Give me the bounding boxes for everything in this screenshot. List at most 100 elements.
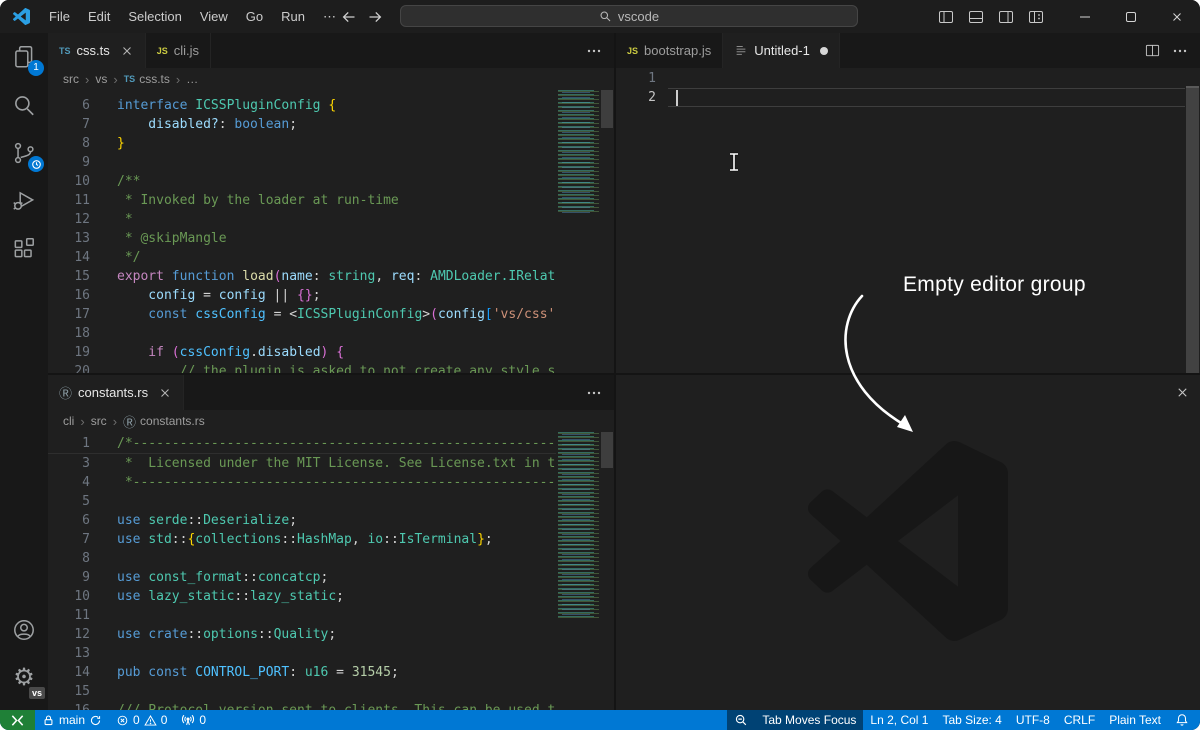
- code-editor-untitled-1[interactable]: 12: [616, 68, 1200, 373]
- menu-go[interactable]: Go: [237, 0, 272, 33]
- activitybar-accounts[interactable]: [0, 606, 48, 654]
- close-button[interactable]: [1154, 0, 1200, 33]
- go-forward-button[interactable]: [367, 9, 383, 25]
- status-zoom-status[interactable]: [727, 710, 755, 730]
- status-branch-item[interactable]: main: [35, 710, 109, 730]
- minimap[interactable]: [556, 432, 600, 619]
- code-line[interactable]: 14 */: [48, 248, 556, 267]
- code-line[interactable]: 13: [48, 644, 556, 663]
- scrollbar[interactable]: [600, 90, 614, 373]
- code-line[interactable]: 6interface ICSSPluginConfig {: [48, 96, 556, 115]
- code-line[interactable]: 10use lazy_static::lazy_static;: [48, 587, 556, 606]
- editor-group-bottom-left: Ⓡconstants.rs cli›src›Ⓡconstants.rs 1/*-…: [48, 375, 614, 710]
- breadcrumb-item[interactable]: src: [63, 72, 79, 86]
- code-line[interactable]: 11: [48, 606, 556, 625]
- scrollbar-thumb[interactable]: [601, 432, 613, 468]
- tab-css-ts[interactable]: TScss.ts: [48, 33, 146, 68]
- code-line[interactable]: 13 * @skipMangle: [48, 229, 556, 248]
- command-center-search[interactable]: vscode: [400, 5, 858, 27]
- breadcrumb-item[interactable]: vs: [95, 72, 107, 86]
- code-line[interactable]: 11 * Invoked by the loader at run-time: [48, 191, 556, 210]
- menu-file[interactable]: File: [40, 0, 79, 33]
- code-line[interactable]: 8}: [48, 134, 556, 153]
- menu-edit[interactable]: Edit: [79, 0, 119, 33]
- ellipsis-icon[interactable]: [1172, 43, 1188, 59]
- activitybar-explorer[interactable]: 1: [0, 33, 48, 81]
- scrollbar[interactable]: [1186, 86, 1199, 373]
- layout-sidebar-right-icon[interactable]: [998, 9, 1014, 25]
- scrollbar-thumb[interactable]: [601, 90, 613, 128]
- code-line[interactable]: 7use std::{collections::HashMap, io::IsT…: [48, 530, 556, 549]
- code-line[interactable]: 16/// Protocol version sent to clients. …: [48, 701, 556, 710]
- code-line[interactable]: 14pub const CONTROL_PORT: u16 = 31545;: [48, 663, 556, 682]
- tab-cli-js[interactable]: JScli.js: [146, 33, 211, 68]
- code-editor-css-ts[interactable]: 6interface ICSSPluginConfig {7 disabled?…: [48, 90, 614, 373]
- code-line[interactable]: 1/*-------------------------------------…: [48, 434, 556, 454]
- status-remote-indicator[interactable]: [0, 710, 35, 730]
- breadcrumb-item[interactable]: cli: [63, 414, 74, 428]
- code-line[interactable]: 15: [48, 682, 556, 701]
- ellipsis-icon[interactable]: [586, 43, 602, 59]
- code-line[interactable]: 17 const cssConfig = <ICSSPluginConfig>(…: [48, 305, 556, 324]
- code-line[interactable]: 6use serde::Deserialize;: [48, 511, 556, 530]
- minimap[interactable]: [556, 90, 600, 214]
- status-language-mode[interactable]: Plain Text: [1102, 710, 1168, 730]
- ellipsis-icon[interactable]: [586, 385, 602, 401]
- code-line[interactable]: 1: [616, 69, 1185, 88]
- split-editor-icon[interactable]: [1145, 43, 1160, 58]
- scrollbar[interactable]: [600, 432, 614, 710]
- minimize-button[interactable]: [1062, 0, 1108, 33]
- code-line[interactable]: 20 // the plugin is asked to not create …: [48, 362, 556, 373]
- status-ports-item[interactable]: 0: [174, 710, 213, 730]
- breadcrumbs[interactable]: src›vs›TScss.ts›…: [48, 68, 614, 90]
- breadcrumb-item[interactable]: TScss.ts: [124, 72, 170, 86]
- code-line[interactable]: 12use crate::options::Quality;: [48, 625, 556, 644]
- code-line[interactable]: 9use const_format::concatcp;: [48, 568, 556, 587]
- close-icon[interactable]: [120, 44, 134, 58]
- breadcrumb-item[interactable]: …: [186, 72, 198, 86]
- tab-untitled-1[interactable]: Untitled-1: [723, 33, 840, 68]
- code-line[interactable]: 7 disabled?: boolean;: [48, 115, 556, 134]
- breadcrumbs[interactable]: cli›src›Ⓡconstants.rs: [48, 410, 614, 432]
- status-indentation[interactable]: Tab Size: 4: [935, 710, 1008, 730]
- code-line[interactable]: 9: [48, 153, 556, 172]
- editor-area: TScss.tsJScli.js src›vs›TScss.ts›… 6inte…: [48, 33, 1200, 710]
- code-line[interactable]: 18: [48, 324, 556, 343]
- status-encoding[interactable]: UTF-8: [1009, 710, 1057, 730]
- activitybar-extensions[interactable]: [0, 225, 48, 273]
- code-line[interactable]: 8: [48, 549, 556, 568]
- code-line[interactable]: 5: [48, 492, 556, 511]
- menu-view[interactable]: View: [191, 0, 237, 33]
- code-line[interactable]: 4 *-------------------------------------…: [48, 473, 556, 492]
- status-tab-moves-focus[interactable]: Tab Moves Focus: [755, 710, 863, 730]
- status-problems-item[interactable]: 00: [109, 710, 174, 730]
- code-line[interactable]: 3 * Licensed under the MIT License. See …: [48, 454, 556, 473]
- activitybar-settings[interactable]: ⚙vs: [0, 654, 48, 702]
- tab-bootstrap-js[interactable]: JSbootstrap.js: [616, 33, 723, 68]
- code-line[interactable]: 10/**: [48, 172, 556, 191]
- code-line[interactable]: 16 config = config || {};: [48, 286, 556, 305]
- code-editor-constants-rs[interactable]: 1/*-------------------------------------…: [48, 432, 614, 710]
- menu-run[interactable]: Run: [272, 0, 314, 33]
- code-line[interactable]: 19 if (cssConfig.disabled) {: [48, 343, 556, 362]
- code-line[interactable]: 15export function load(name: string, req…: [48, 267, 556, 286]
- status-cursor-position[interactable]: Ln 2, Col 1: [863, 710, 935, 730]
- layout-customize-icon[interactable]: [1028, 9, 1044, 25]
- code-line[interactable]: 2: [616, 88, 1185, 107]
- go-back-button[interactable]: [341, 9, 357, 25]
- breadcrumb-item[interactable]: Ⓡconstants.rs: [123, 412, 205, 431]
- code-line[interactable]: 12 *: [48, 210, 556, 229]
- layout-sidebar-left-icon[interactable]: [938, 9, 954, 25]
- status-notifications[interactable]: [1168, 710, 1196, 730]
- close-icon[interactable]: [158, 386, 172, 400]
- maximize-button[interactable]: [1108, 0, 1154, 33]
- status-eol[interactable]: CRLF: [1057, 710, 1102, 730]
- close-icon[interactable]: [1175, 385, 1190, 400]
- tab-constants-rs[interactable]: Ⓡconstants.rs: [48, 375, 184, 410]
- activitybar-search[interactable]: [0, 81, 48, 129]
- activitybar-source-control[interactable]: [0, 129, 48, 177]
- menu-selection[interactable]: Selection: [119, 0, 190, 33]
- breadcrumb-item[interactable]: src: [91, 414, 107, 428]
- activitybar-run-and-debug[interactable]: [0, 177, 48, 225]
- layout-panel-icon[interactable]: [968, 9, 984, 25]
